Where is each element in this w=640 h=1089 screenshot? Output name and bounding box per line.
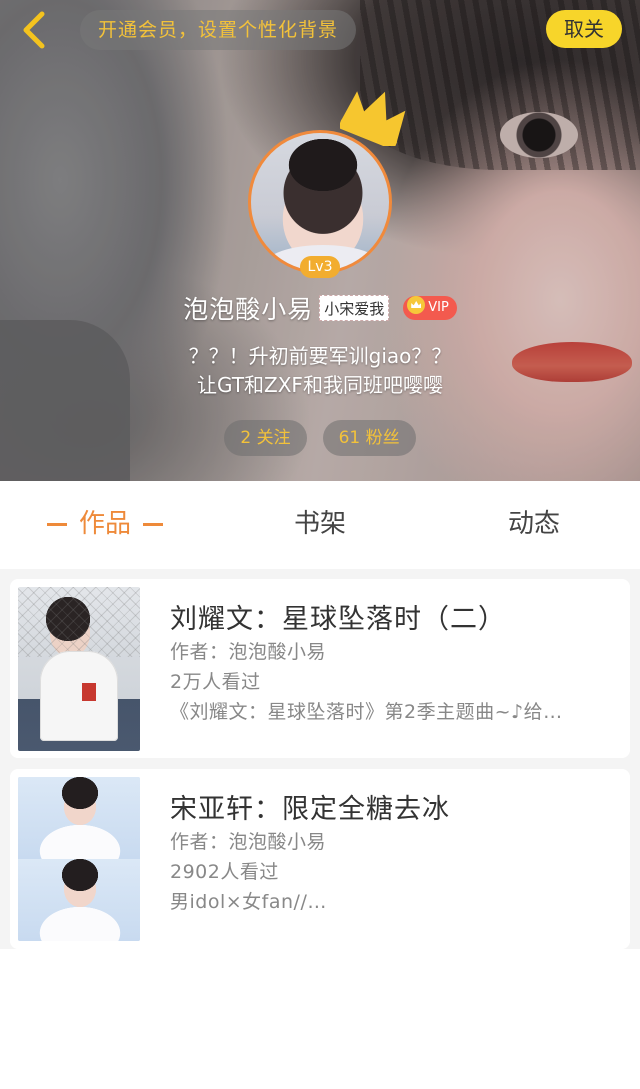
avatar[interactable] — [248, 130, 392, 274]
level-badge: Lv3 — [300, 256, 340, 278]
work-views: 2万人看过 — [170, 671, 261, 693]
cover-tag — [82, 683, 96, 701]
back-arrow-icon — [23, 11, 45, 49]
cover-photo-top — [18, 777, 140, 859]
work-author: 作者：泡泡酸小易 — [170, 641, 327, 663]
vip-label: VIP — [428, 300, 449, 315]
tab-label: 动态 — [507, 509, 560, 539]
work-cover-image[interactable] — [18, 777, 140, 941]
bio-line: 让GT和ZXF和我同班吧嘤嘤 — [197, 373, 443, 397]
work-card[interactable]: 刘耀文：星球坠落时（二） 作者：泡泡酸小易 2万人看过 《刘耀文：星球坠落时》第… — [10, 579, 630, 758]
tab-active-dash — [143, 523, 163, 526]
bio-line: ？？！升初前要军训giao？？ — [188, 344, 452, 368]
work-author: 作者：泡泡酸小易 — [170, 831, 327, 853]
work-card[interactable]: 宋亚轩：限定全糖去冰 作者：泡泡酸小易 2902人看过 男idol×女fan//… — [10, 769, 630, 949]
work-views: 2902人看过 — [170, 861, 279, 883]
vip-badge[interactable]: VIP — [403, 296, 457, 320]
work-title[interactable]: 刘耀文：星球坠落时（二） — [170, 597, 506, 636]
tab-label: 作品 — [78, 509, 131, 539]
tab-label: 书架 — [293, 509, 346, 539]
tab-activity[interactable]: 动态 — [464, 481, 604, 569]
username-row: 泡泡酸小易 小宋爱我 VIP — [0, 290, 640, 326]
section-divider — [0, 569, 640, 577]
cover-net — [18, 587, 140, 657]
username: 泡泡酸小易 — [183, 295, 314, 324]
name-tag: 小宋爱我 — [319, 295, 390, 321]
work-description: 《刘耀文：星球坠落时》第2季主题曲~♪给… — [170, 701, 563, 723]
tab-bookshelf[interactable]: 书架 — [250, 481, 390, 569]
avatar-wrapper[interactable] — [248, 130, 392, 274]
work-description: 男idol×女fan//… — [170, 891, 327, 913]
tab-active-dash — [46, 523, 67, 526]
profile-tabs: 作品 书架 动态 — [0, 481, 640, 569]
work-title[interactable]: 宋亚轩：限定全糖去冰 — [170, 787, 450, 826]
back-button[interactable] — [14, 8, 58, 52]
vip-crown-icon — [407, 296, 426, 314]
unfollow-button[interactable]: 取关 — [546, 10, 622, 48]
following-count-button[interactable]: 2 关注 — [224, 420, 307, 456]
stats-row: 2 关注 61 粉丝 — [0, 420, 640, 456]
cover-photo-bottom — [18, 859, 140, 941]
bio: ？？！升初前要军训giao？？ 让GT和ZXF和我同班吧嘤嘤 — [0, 342, 640, 400]
cover-shirt — [40, 651, 118, 741]
followers-count-button[interactable]: 61 粉丝 — [322, 420, 416, 456]
tab-works[interactable]: 作品 — [30, 481, 180, 569]
work-cover-image[interactable] — [18, 587, 140, 751]
open-membership-button[interactable]: 开通会员，设置个性化背景 — [80, 10, 357, 50]
